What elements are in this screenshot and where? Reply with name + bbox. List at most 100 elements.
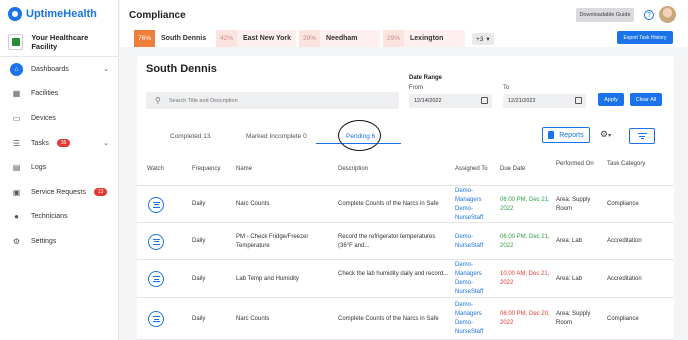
assignee-line[interactable]: Managers — [455, 270, 495, 279]
performed-on-line: Area: Lab — [556, 275, 583, 282]
apply-button[interactable]: Apply — [598, 93, 624, 106]
assignee-line[interactable]: NurseStaff — [455, 328, 495, 337]
calendar-icon[interactable] — [575, 97, 582, 104]
sidebar-item-devices[interactable]: ▭ Devices — [0, 106, 119, 131]
clear-all-button[interactable]: Clear All — [630, 93, 662, 106]
tab-marked-incomplete[interactable]: Marked Incomplete 0 — [246, 133, 307, 140]
due-date-line: 06:00 PM, Dec 20, — [500, 311, 550, 317]
sidebar-item-label: Devices — [31, 114, 56, 122]
description-cell: Complete Counts of the Narcs in Safe — [338, 201, 439, 207]
assignee-line[interactable]: Demo- — [455, 205, 495, 214]
column-header-name: Name — [236, 166, 253, 172]
tasks-icon: ☰ — [12, 138, 21, 148]
filter-button[interactable] — [629, 128, 655, 144]
location-title: South Dennis — [146, 63, 217, 75]
logs-icon: ▤ — [12, 163, 21, 173]
performed-on-cell: Area: Lab — [556, 237, 604, 246]
filter-icon — [637, 133, 647, 139]
assignee-line[interactable]: Demo- — [455, 187, 495, 196]
due-date-line: 2022 — [500, 320, 514, 326]
app-logo[interactable]: UptimeHealth — [8, 7, 97, 21]
location-name: East New York — [243, 35, 292, 42]
chevron-down-icon: ▾ — [486, 36, 490, 43]
more-locations-dropdown[interactable]: +3 ▾ — [472, 33, 494, 45]
watch-task-icon[interactable] — [148, 196, 164, 213]
watch-task-icon[interactable] — [148, 311, 164, 327]
column-header-assigned-to: Assigned To — [455, 166, 488, 172]
location-tab-lexington[interactable]: 29% Lexington — [383, 30, 465, 47]
location-name: Lexington — [410, 35, 444, 42]
watch-task-icon[interactable] — [148, 271, 164, 287]
to-date-field[interactable]: 12/21/2022 — [503, 94, 586, 108]
column-header-description: Description — [338, 166, 369, 172]
clipboard-icon: ▣ — [12, 187, 21, 197]
assigned-to-cell[interactable]: Demo- Managers Demo- NurseStaff — [455, 301, 495, 337]
table-row: Daily Narc Counts Complete Counts of the N… — [137, 186, 674, 223]
due-date-line: 10:00 AM, Dec 21, — [500, 271, 550, 277]
assignee-line[interactable]: Demo- — [455, 233, 495, 242]
assignee-line[interactable]: NurseStaff — [455, 242, 495, 251]
uptimehealth-logo-icon — [8, 7, 22, 21]
location-tab-east-new-york[interactable]: 42% East New York — [216, 30, 296, 47]
assignee-line[interactable]: Demo- — [455, 261, 495, 270]
sidebar-item-label: Logs — [31, 164, 47, 172]
assignee-line[interactable]: Managers — [455, 196, 495, 205]
assignee-line[interactable]: NurseStaff — [455, 214, 495, 223]
sidebar-item-settings[interactable]: ⚙ Settings — [0, 229, 119, 254]
watch-task-icon[interactable] — [148, 233, 164, 250]
due-date-line: 06:00 PM, Dec 21, — [500, 196, 550, 203]
assignee-line[interactable]: Demo- — [455, 301, 495, 310]
performed-on-line: Area: Supply — [556, 196, 591, 203]
assignee-line[interactable]: Managers — [455, 310, 495, 319]
sidebar-item-dashboards[interactable]: ⌂ Dashboards ⌄ — [0, 57, 119, 82]
to-date-value: 12/21/2022 — [508, 98, 536, 104]
assignee-line[interactable]: Demo- — [455, 279, 495, 288]
task-name-cell: Narc Counts — [236, 201, 270, 207]
compliance-percent: 29% — [299, 30, 321, 47]
avatar[interactable] — [659, 6, 676, 23]
sidebar-item-facilities[interactable]: ▦ Facilities — [0, 82, 119, 107]
search-input[interactable] — [168, 97, 369, 104]
assigned-to-cell[interactable]: Demo- NurseStaff — [455, 233, 495, 251]
from-date-field[interactable]: 12/14/2022 — [409, 94, 492, 108]
location-name: South Dennis — [161, 35, 207, 42]
sidebar: UptimeHealth Your Healthcare Facility ⌂ D… — [0, 0, 119, 340]
home-icon: ⌂ — [10, 62, 23, 76]
reports-button[interactable]: Reports — [542, 127, 590, 143]
description-cell: Check the lab humidity daily and record.… — [338, 271, 449, 277]
table-row: Daily Narc Counts Complete Counts of the N… — [137, 298, 674, 340]
help-icon[interactable]: ? — [644, 10, 654, 20]
sidebar-item-service-requests[interactable]: ▣ Service Requests 13 — [0, 180, 119, 205]
sidebar-nav: ⌂ Dashboards ⌄ ▦ Facilities ▭ Devices ☰ Tasks 36 ⌄… — [0, 57, 119, 254]
task-category-cell: Compliance — [607, 315, 639, 322]
page-title: Compliance — [129, 10, 186, 21]
location-name: Needham — [326, 35, 358, 42]
chevron-down-icon[interactable]: ⌄ — [103, 139, 109, 147]
due-date-line: 2022 — [500, 280, 514, 286]
assigned-to-cell[interactable]: Demo- Managers Demo- NurseStaff — [455, 187, 495, 223]
assignee-line[interactable]: NurseStaff — [455, 288, 495, 297]
facility-selector[interactable]: Your Healthcare Facility — [8, 33, 112, 51]
frequency-cell: Daily — [192, 238, 206, 244]
description-cell: Record the refrigerator temperatures (36… — [338, 233, 436, 249]
tab-completed[interactable]: Completed 13 — [170, 133, 210, 140]
assignee-line[interactable]: Demo- — [455, 319, 495, 328]
calendar-icon[interactable] — [481, 97, 488, 104]
search-bar[interactable]: ⚲ — [146, 92, 399, 109]
performed-on-line: Area: Supply — [556, 311, 591, 317]
sidebar-item-technicians[interactable]: ● Technicians — [0, 205, 119, 230]
settings-dropdown[interactable]: ⚙▾ — [600, 129, 611, 140]
annotation-circle — [338, 120, 381, 151]
sidebar-item-logs[interactable]: ▤ Logs — [0, 155, 119, 180]
to-label: To — [503, 85, 510, 91]
from-date-value: 12/14/2022 — [414, 98, 442, 104]
chevron-down-icon[interactable]: ⌄ — [103, 65, 109, 73]
downloadable-guide-button[interactable]: Downloadable Guide — [576, 8, 634, 22]
assigned-to-cell[interactable]: Demo- Managers Demo- NurseStaff — [455, 261, 495, 297]
location-tab-needham[interactable]: 29% Needham — [299, 30, 380, 47]
location-tab-south-dennis[interactable]: 76% South Dennis — [134, 30, 213, 47]
sidebar-item-tasks[interactable]: ☰ Tasks 36 ⌄ — [0, 131, 119, 156]
performed-on-cell: Area: Supply Room — [556, 196, 604, 214]
sidebar-item-label: Tasks — [31, 139, 49, 147]
export-task-history-button[interactable]: Export Task History — [617, 31, 673, 44]
